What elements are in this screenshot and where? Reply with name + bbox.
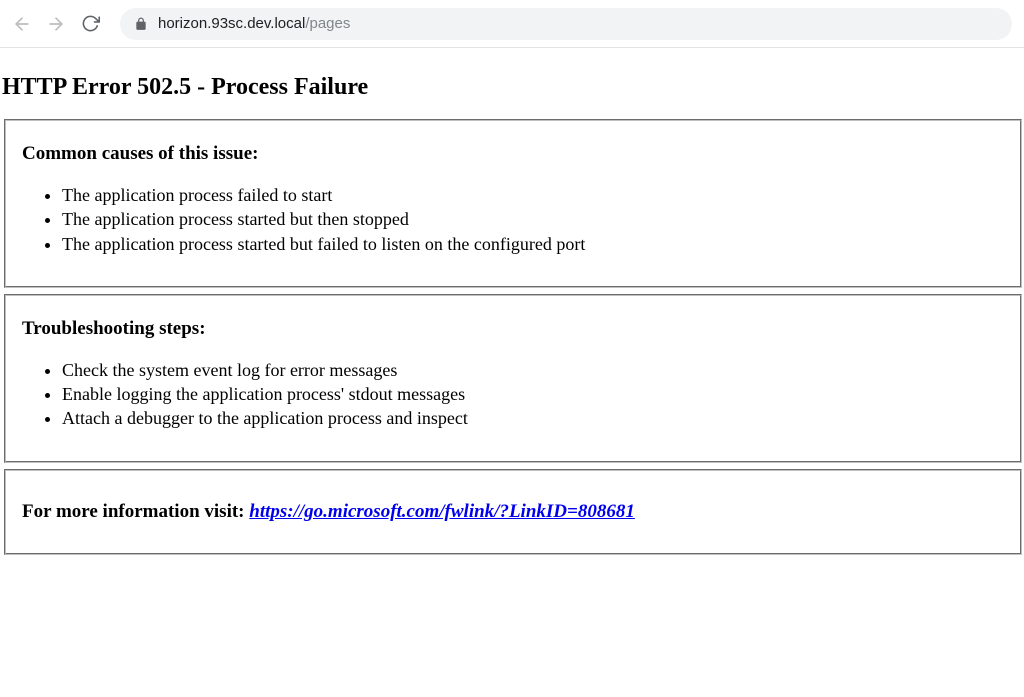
url-host: horizon.93sc.dev.local [158, 15, 305, 32]
page-content: HTTP Error 502.5 - Process Failure Commo… [0, 48, 1024, 555]
more-info-prefix: For more information visit: [22, 501, 249, 522]
causes-heading: Common causes of this issue: [22, 143, 1010, 165]
address-bar[interactable]: horizon.93sc.dev.local/pages [120, 8, 1012, 40]
troubleshooting-heading: Troubleshooting steps: [22, 318, 1010, 340]
causes-list: The application process failed to start … [22, 183, 1010, 256]
more-info-line: For more information visit: https://go.m… [22, 501, 1010, 523]
list-item: Check the system event log for error mes… [62, 358, 1010, 382]
browser-toolbar: horizon.93sc.dev.local/pages [0, 0, 1024, 48]
lock-icon [134, 17, 148, 31]
page-title: HTTP Error 502.5 - Process Failure [2, 74, 1024, 101]
forward-icon[interactable] [46, 14, 66, 34]
url-text: horizon.93sc.dev.local/pages [158, 15, 350, 32]
troubleshooting-list: Check the system event log for error mes… [22, 358, 1010, 431]
list-item: The application process started but fail… [62, 232, 1010, 256]
list-item: The application process failed to start [62, 183, 1010, 207]
url-path: /pages [305, 15, 350, 32]
list-item: The application process started but then… [62, 207, 1010, 231]
list-item: Attach a debugger to the application pro… [62, 406, 1010, 430]
list-item: Enable logging the application process' … [62, 382, 1010, 406]
causes-section: Common causes of this issue: The applica… [4, 119, 1022, 288]
more-info-link[interactable]: https://go.microsoft.com/fwlink/?LinkID=… [249, 501, 635, 522]
back-icon[interactable] [12, 14, 32, 34]
troubleshooting-section: Troubleshooting steps: Check the system … [4, 294, 1022, 463]
reload-icon[interactable] [80, 14, 100, 34]
more-info-section: For more information visit: https://go.m… [4, 469, 1022, 555]
